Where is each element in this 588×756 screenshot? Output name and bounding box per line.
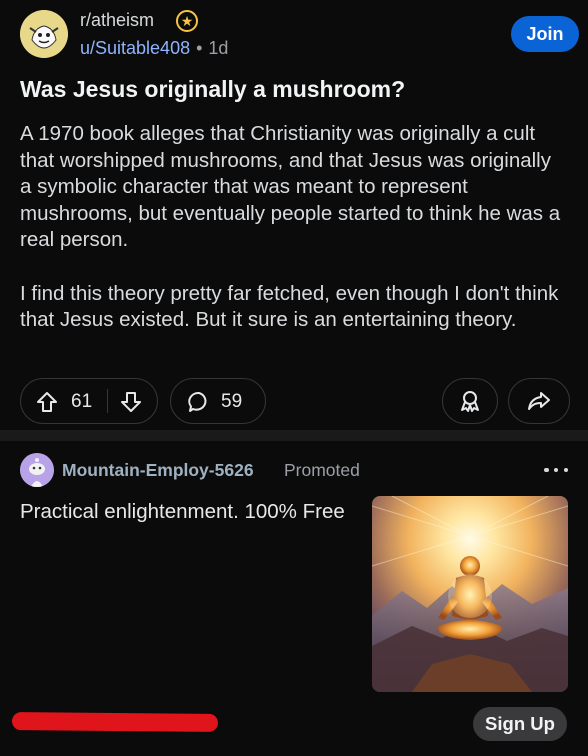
ad-username[interactable]: Mountain-Employ-5626 [62, 460, 254, 481]
subreddit-name[interactable]: r/atheism [80, 10, 154, 31]
share-icon [526, 388, 552, 414]
subreddit-avatar[interactable] [20, 10, 68, 58]
post-card[interactable]: r/atheism ★ u/Suitable408 • 1d Join Was Je… [0, 0, 588, 430]
author-link[interactable]: u/Suitable408 [80, 38, 190, 58]
feed-separator [0, 430, 588, 441]
award-button[interactable] [442, 378, 498, 424]
post-title[interactable]: Was Jesus originally a mushroom? [20, 74, 570, 104]
star-badge-icon: ★ [176, 10, 198, 32]
more-options-icon[interactable] [544, 463, 568, 477]
post-age: 1d [208, 38, 229, 58]
ad-headline[interactable]: Practical enlightenment. 100% Free [20, 497, 350, 527]
join-button[interactable]: Join [511, 16, 579, 52]
downvote-arrow-icon[interactable] [119, 390, 143, 414]
user-avatar-icon[interactable] [20, 453, 54, 487]
promoted-label: Promoted [284, 460, 360, 480]
upvote-arrow-icon[interactable] [35, 390, 59, 414]
sign-up-button[interactable]: Sign Up [473, 707, 567, 741]
redaction-mark [11, 712, 219, 732]
post-body[interactable]: A 1970 book alleges that Christianity wa… [20, 121, 568, 334]
promoted-post[interactable]: Mountain-Employ-5626 Promoted Practical … [0, 441, 588, 756]
comment-count: 59 [221, 391, 243, 412]
body-paragraph: A 1970 book alleges that Christianity wa… [20, 122, 561, 251]
award-icon [457, 388, 483, 414]
meta-separator: • [196, 38, 203, 58]
share-button[interactable] [508, 378, 570, 424]
upvote-count: 61 [71, 391, 93, 412]
meditating-figure-sunrise-image[interactable] [372, 496, 568, 692]
vote-divider [107, 389, 108, 413]
comment-bubble-icon [187, 390, 211, 414]
comments-button[interactable]: 59 [170, 378, 266, 424]
vote-bar: 61 [20, 378, 158, 424]
body-paragraph: I find this theory pretty far fetched, e… [20, 281, 559, 332]
post-meta: u/Suitable408 • 1d [80, 38, 228, 59]
